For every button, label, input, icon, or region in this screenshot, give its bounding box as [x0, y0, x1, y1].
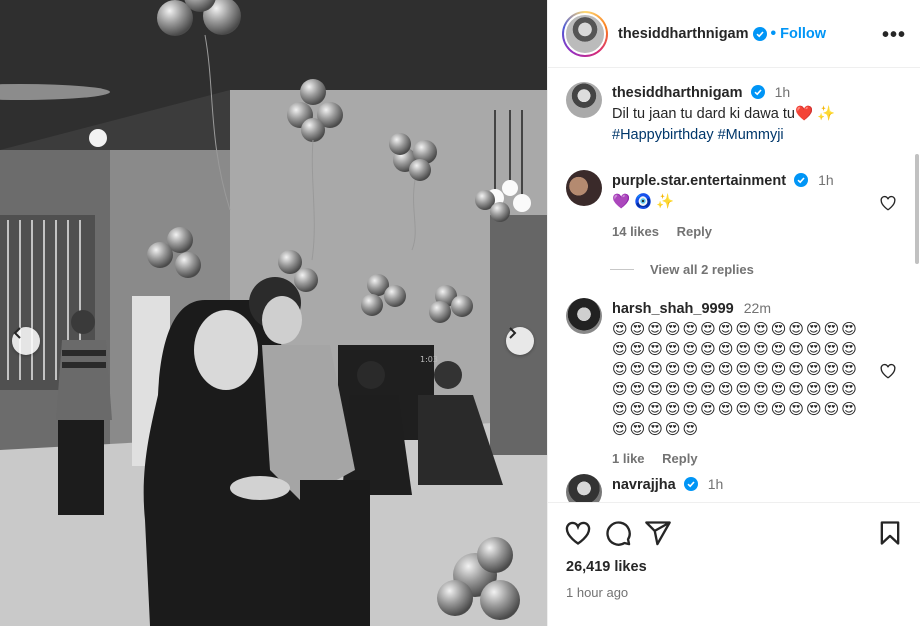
- comment-time: 1h: [707, 476, 724, 492]
- reply-button[interactable]: Reply: [677, 224, 712, 239]
- comments-list[interactable]: thesiddharthnigam 1h Dil tu jaan tu dard…: [548, 68, 920, 502]
- comment-item: navrajjha 1h: [566, 474, 723, 502]
- comment-icon[interactable]: [604, 519, 632, 547]
- separator-dot: •: [770, 24, 777, 42]
- comment-text: 💜 🧿 ✨: [612, 194, 675, 210]
- chevron-left-icon: [13, 327, 21, 339]
- replies-divider: [610, 269, 634, 270]
- commenter-avatar[interactable]: [566, 474, 602, 502]
- commenter-username[interactable]: purple.star.entertainment: [612, 173, 786, 189]
- comment-item: purple.star.entertainment 1h 💜 🧿 ✨ 14 li…: [566, 170, 834, 242]
- commenter-username[interactable]: navrajjha: [612, 477, 676, 493]
- story-ring[interactable]: [562, 10, 608, 57]
- follow-button[interactable]: Follow: [780, 26, 826, 42]
- author-username[interactable]: thesiddharthnigam: [618, 26, 749, 42]
- chevron-right-icon: [509, 327, 517, 339]
- verified-icon: [794, 173, 809, 187]
- bookmark-icon[interactable]: [876, 519, 904, 547]
- caption: thesiddharthnigam 1h Dil tu jaan tu dard…: [566, 82, 835, 146]
- comment-item: harsh_shah_9999 22m 😍😍😍😍😍😍😍😍😍😍😍😍😍😍😍😍😍😍😍😍…: [566, 298, 864, 469]
- caption-hashtags[interactable]: #Happybirthday #Mummyji: [612, 125, 835, 146]
- commenter-username[interactable]: harsh_shah_9999: [612, 301, 734, 317]
- post-panel: thesiddharthnigam • Follow ••• thesiddha…: [547, 0, 920, 626]
- verified-icon: [683, 477, 698, 491]
- photo-scene: 1:03: [0, 0, 547, 626]
- caption-username[interactable]: thesiddharthnigam: [612, 85, 743, 101]
- next-image-button[interactable]: [506, 327, 534, 355]
- like-comment-heart-icon[interactable]: [879, 194, 897, 212]
- verified-icon: [750, 85, 765, 99]
- commenter-avatar[interactable]: [566, 170, 602, 206]
- scrollbar[interactable]: [915, 154, 919, 264]
- author-avatar: [564, 12, 606, 55]
- verified-icon: [752, 26, 767, 41]
- tv-clock: 1:03: [420, 355, 438, 364]
- more-options-icon[interactable]: •••: [882, 24, 906, 47]
- caption-avatar[interactable]: [566, 82, 602, 118]
- share-icon[interactable]: [644, 519, 672, 547]
- post-photo: 1:03: [0, 0, 547, 626]
- comment-time: 22m: [743, 300, 771, 316]
- caption-text: Dil tu jaan tu dard ki dawa tu❤️ ✨: [612, 106, 836, 122]
- post-timestamp: 1 hour ago: [566, 585, 629, 600]
- heart-icon[interactable]: [564, 519, 592, 547]
- like-comment-heart-icon[interactable]: [879, 362, 897, 380]
- commenter-avatar[interactable]: [566, 298, 602, 334]
- view-replies-button[interactable]: View all 2 replies: [610, 262, 754, 277]
- view-replies-label: View all 2 replies: [650, 262, 754, 277]
- post-actions: 26,419 likes 1 hour ago: [548, 502, 920, 626]
- previous-image-button[interactable]: [12, 327, 40, 355]
- post-header: thesiddharthnigam • Follow •••: [548, 0, 920, 68]
- caption-time: 1h: [774, 84, 791, 100]
- reply-button[interactable]: Reply: [662, 451, 697, 466]
- comment-time: 1h: [818, 172, 834, 188]
- likes-count[interactable]: 26,419 likes: [566, 559, 647, 575]
- comment-text: 😍😍😍😍😍😍😍😍😍😍😍😍😍😍😍😍😍😍😍😍😍😍😍😍😍😍😍😍😍😍😍😍😍😍😍😍😍😍😍😍…: [612, 321, 859, 438]
- comment-likes[interactable]: 1 like: [612, 451, 645, 466]
- comment-likes[interactable]: 14 likes: [612, 224, 659, 239]
